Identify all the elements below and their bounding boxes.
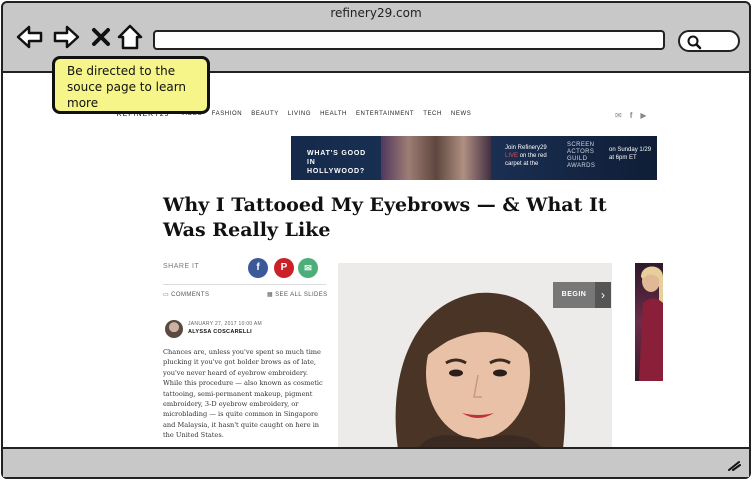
facebook-share-button[interactable]: f — [248, 258, 268, 278]
ad-award-name: SCREEN ACTORS GUILD AWARDS — [567, 142, 596, 169]
begin-label: BEGIN — [553, 282, 595, 308]
search-box[interactable] — [678, 30, 740, 52]
see-all-slides-link[interactable]: ▦ SEE ALL SLIDES — [267, 291, 328, 298]
chevron-right-icon: › — [595, 282, 611, 308]
nav-item-health[interactable]: HEALTH — [320, 111, 347, 117]
nav-item-news[interactable]: NEWS — [451, 111, 471, 117]
nav-item-living[interactable]: LIVING — [288, 111, 311, 117]
address-bar[interactable] — [153, 30, 665, 50]
youtube-icon[interactable]: ▶ — [640, 111, 646, 120]
pinterest-icon: P — [280, 262, 288, 273]
facebook-icon[interactable]: f — [630, 111, 633, 120]
author-avatar[interactable] — [165, 320, 183, 338]
ad-photo — [381, 136, 491, 180]
sidebar-ad-image — [639, 266, 663, 381]
comments-link[interactable]: ▭ COMMENTS — [163, 291, 209, 298]
ad-join-line1: Join Refinery29 — [505, 145, 547, 151]
stop-button[interactable] — [90, 22, 112, 52]
article-body: Chances are, unless you've spent so much… — [163, 348, 323, 440]
share-label: SHARE IT — [163, 263, 200, 270]
comment-icon: ▭ — [163, 292, 170, 298]
annotation-callout: Be directed to the souce page to learn m… — [52, 56, 210, 114]
comments-label: COMMENTS — [171, 292, 210, 298]
back-arrow-icon — [16, 25, 43, 49]
resize-grip-icon[interactable] — [727, 459, 741, 471]
email-share-button[interactable]: ✉ — [298, 258, 318, 278]
grid-icon: ▦ — [267, 292, 274, 298]
home-button[interactable] — [116, 22, 144, 52]
sidebar-ad[interactable] — [635, 263, 663, 381]
social-links: ✉ f ▶ — [615, 111, 647, 120]
forward-arrow-icon — [53, 25, 80, 49]
close-icon — [92, 28, 110, 46]
pinterest-share-button[interactable]: P — [274, 258, 294, 278]
nav-item-beauty[interactable]: BEAUTY — [251, 111, 279, 117]
page-viewport: 29 REFINERY29 VIDEO FASHION BEAUTY LIVIN… — [3, 71, 749, 449]
ad-date: on Sunday 1/29 at 6pm ET — [609, 147, 652, 161]
slides-label: SEE ALL SLIDES — [275, 292, 328, 298]
ad-headline: WHAT'S GOOD IN HOLLYWOOD? — [307, 150, 366, 175]
share-divider — [163, 284, 326, 285]
forward-button[interactable] — [52, 22, 82, 52]
mail-icon[interactable]: ✉ — [615, 111, 622, 120]
site-navigation: VIDEO FASHION BEAUTY LIVING HEALTH ENTER… — [181, 111, 471, 117]
facebook-icon: f — [256, 262, 260, 273]
nav-item-entertainment[interactable]: ENTERTAINMENT — [356, 111, 414, 117]
ad-banner[interactable]: WHAT'S GOOD IN HOLLYWOOD? Join Refinery2… — [291, 136, 657, 180]
mail-icon: ✉ — [304, 263, 312, 273]
author-name[interactable]: ALYSSA COSCARELLI — [188, 329, 252, 335]
home-icon — [117, 24, 143, 50]
search-icon — [687, 35, 702, 50]
article-headline: Why I Tattooed My Eyebrows — & What It W… — [163, 194, 607, 241]
page-title: refinery29.com — [330, 6, 422, 20]
ad-join-text: Join Refinery29 LIVE on the red carpet a… — [505, 144, 563, 168]
back-button[interactable] — [14, 22, 44, 52]
status-bar — [3, 451, 749, 477]
ad-live-label: LIVE — [505, 153, 519, 159]
nav-item-tech[interactable]: TECH — [423, 111, 442, 117]
nav-item-fashion[interactable]: FASHION — [212, 111, 243, 117]
article-date: JANUARY 27, 2017 10:00 AM — [188, 321, 263, 327]
begin-slideshow-button[interactable]: BEGIN › — [553, 282, 611, 308]
